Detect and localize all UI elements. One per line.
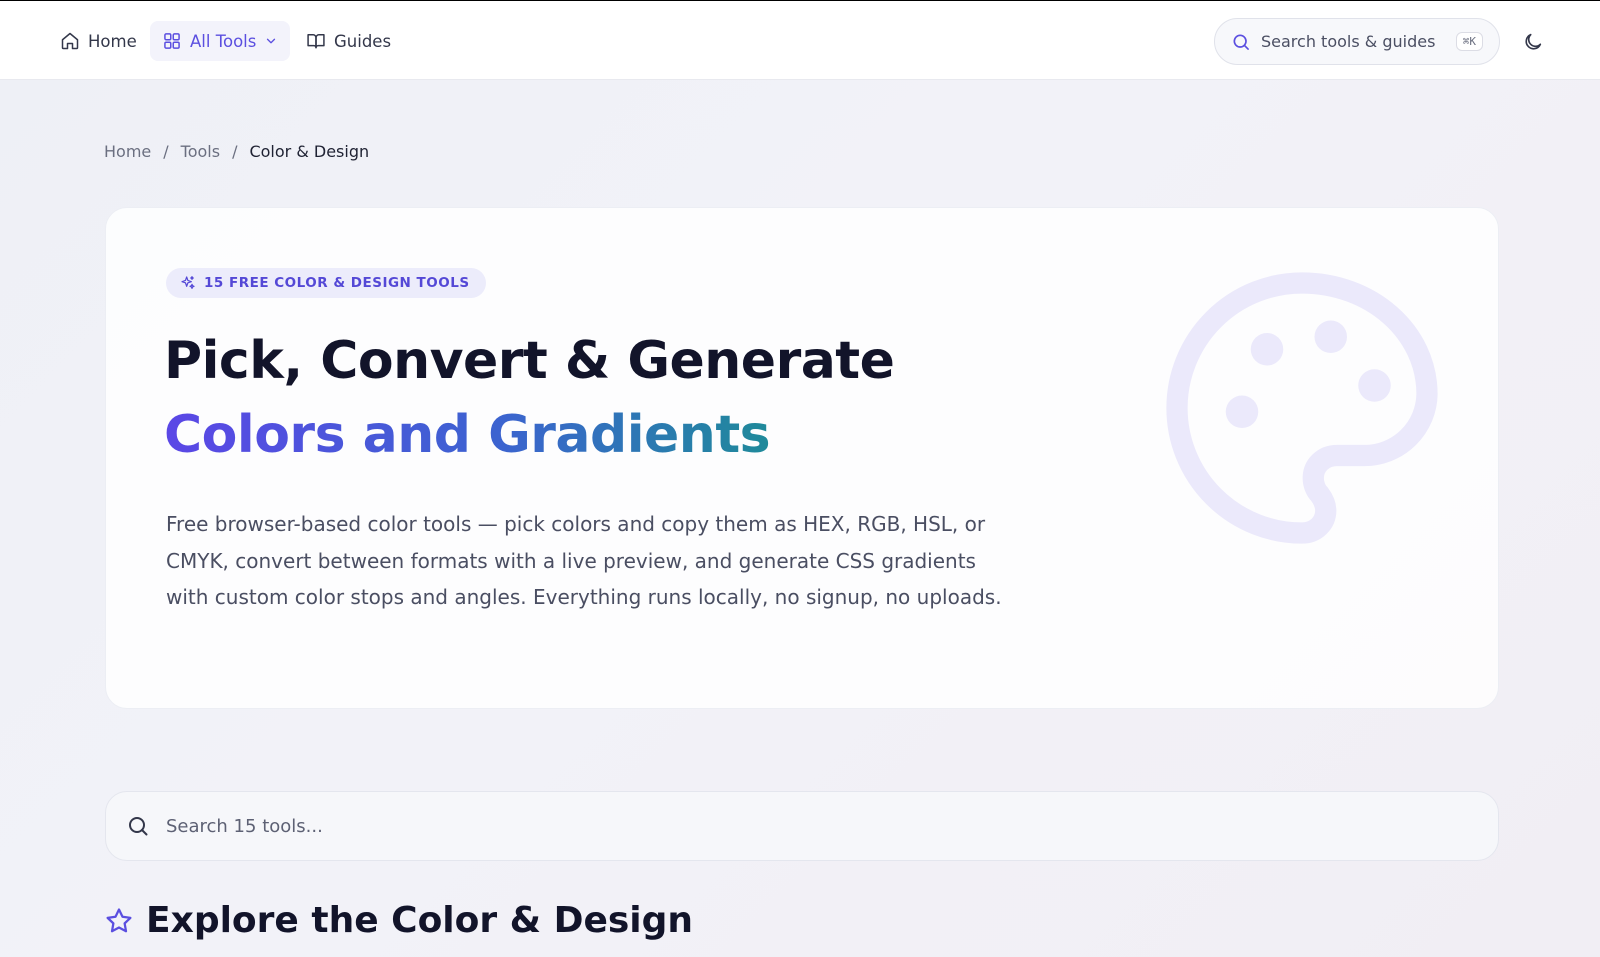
search-icon bbox=[1233, 34, 1249, 50]
book-open-icon bbox=[307, 34, 325, 49]
nav-home-label: Home bbox=[88, 31, 137, 51]
hero-title: Pick, Convert & Generate Colors and Grad… bbox=[164, 324, 895, 472]
palette-icon bbox=[1166, 272, 1438, 544]
tool-search-bar bbox=[105, 791, 1499, 861]
hero-title-line1: Pick, Convert & Generate bbox=[164, 331, 895, 391]
chevron-down-icon bbox=[267, 38, 276, 44]
grid-icon bbox=[164, 33, 180, 49]
nav-guides-link[interactable]: Guides bbox=[306, 21, 391, 61]
section-title: Explore the Color & Design bbox=[104, 900, 693, 941]
hero-description: Free browser-based color tools — pick co… bbox=[166, 512, 1002, 609]
sparkles-icon bbox=[181, 276, 195, 289]
global-search-label: Search tools & guides bbox=[1261, 32, 1436, 51]
breadcrumb: Home / Tools / Color & Design bbox=[104, 142, 369, 161]
tool-search-input[interactable] bbox=[166, 815, 1478, 837]
top-navigation-bar: Home All Tools Guides Search tools & gui… bbox=[0, 0, 1600, 80]
breadcrumb-separator: / bbox=[163, 142, 169, 161]
breadcrumb-tools-link[interactable]: Tools bbox=[181, 142, 220, 161]
section-title-text: Explore the Color & Design bbox=[146, 900, 694, 941]
hero-card: 15 FREE COLOR & DESIGN TOOLS Pick, Conve… bbox=[105, 207, 1499, 709]
shortcut-hint: ⌘K bbox=[1455, 32, 1483, 51]
breadcrumb-separator: / bbox=[232, 142, 238, 161]
tools-count-badge: 15 FREE COLOR & DESIGN TOOLS bbox=[166, 268, 486, 298]
moon-icon[interactable] bbox=[1522, 31, 1544, 53]
nav-guides-label: Guides bbox=[334, 31, 392, 51]
star-icon bbox=[106, 907, 132, 932]
hero-title-line2: Colors and Gradients bbox=[164, 405, 771, 465]
breadcrumb-home-link[interactable]: Home bbox=[104, 142, 151, 161]
home-icon bbox=[61, 32, 79, 50]
search-icon bbox=[129, 817, 148, 836]
nav-all-tools-label: All Tools bbox=[190, 31, 257, 51]
global-search-button[interactable]: Search tools & guides ⌘K bbox=[1214, 18, 1500, 65]
badge-label: 15 FREE COLOR & DESIGN TOOLS bbox=[204, 275, 470, 291]
nav-all-tools-dropdown[interactable]: All Tools bbox=[150, 21, 291, 61]
breadcrumb-current: Color & Design bbox=[249, 142, 370, 161]
nav-home-link[interactable]: Home bbox=[60, 21, 137, 61]
